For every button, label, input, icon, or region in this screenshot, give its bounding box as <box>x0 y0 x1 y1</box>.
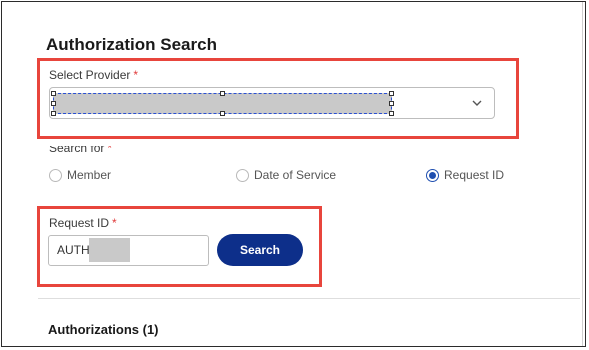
radio-label-member: Member <box>67 168 112 182</box>
section-divider <box>38 298 580 299</box>
page-title: Authorization Search <box>46 35 217 54</box>
required-marker: * <box>133 68 139 82</box>
radio-member[interactable]: Member <box>49 168 111 182</box>
selection-handle <box>389 111 394 116</box>
radio-request-id[interactable]: Request ID <box>426 168 504 182</box>
request-id-field-label: Request ID * <box>49 216 117 230</box>
provider-select[interactable] <box>49 87 495 119</box>
selection-handle <box>51 111 56 116</box>
authorizations-heading: Authorizations (1) <box>48 322 159 337</box>
required-marker: * <box>112 216 117 230</box>
radio-circle-checked[interactable] <box>426 168 439 182</box>
selection-handle <box>220 111 225 116</box>
selection-handle <box>220 91 225 96</box>
radio-date-of-service[interactable]: Date of Service <box>236 168 336 182</box>
request-id-label-text: Request ID <box>49 216 110 230</box>
chevron-down-icon[interactable] <box>470 96 484 110</box>
search-for-label-text: Search for <box>49 141 105 155</box>
redacted-provider-value <box>51 91 394 116</box>
radio-circle[interactable] <box>236 168 249 182</box>
redacted-request-id-value <box>89 238 130 262</box>
authorization-search-panel: Authorization Search Select Provider * Se… <box>1 1 586 347</box>
provider-field-label: Select Provider * <box>49 68 138 82</box>
selection-handle <box>389 101 394 106</box>
authorizations-count: (1) <box>142 322 159 337</box>
radio-label-request-id: Request ID <box>444 168 505 182</box>
search-button[interactable]: Search <box>217 234 303 266</box>
radio-label-date-of-service: Date of Service <box>254 168 337 182</box>
selection-handle <box>51 101 56 106</box>
search-for-label: Search for * <box>49 141 113 155</box>
selection-handle <box>389 91 394 96</box>
panel-edge-divider <box>582 2 583 346</box>
selection-handle <box>51 91 56 96</box>
authorizations-title: Authorizations <box>48 322 139 337</box>
required-marker: * <box>107 141 113 155</box>
radio-circle[interactable] <box>49 168 62 182</box>
provider-label-text: Select Provider <box>49 68 131 82</box>
